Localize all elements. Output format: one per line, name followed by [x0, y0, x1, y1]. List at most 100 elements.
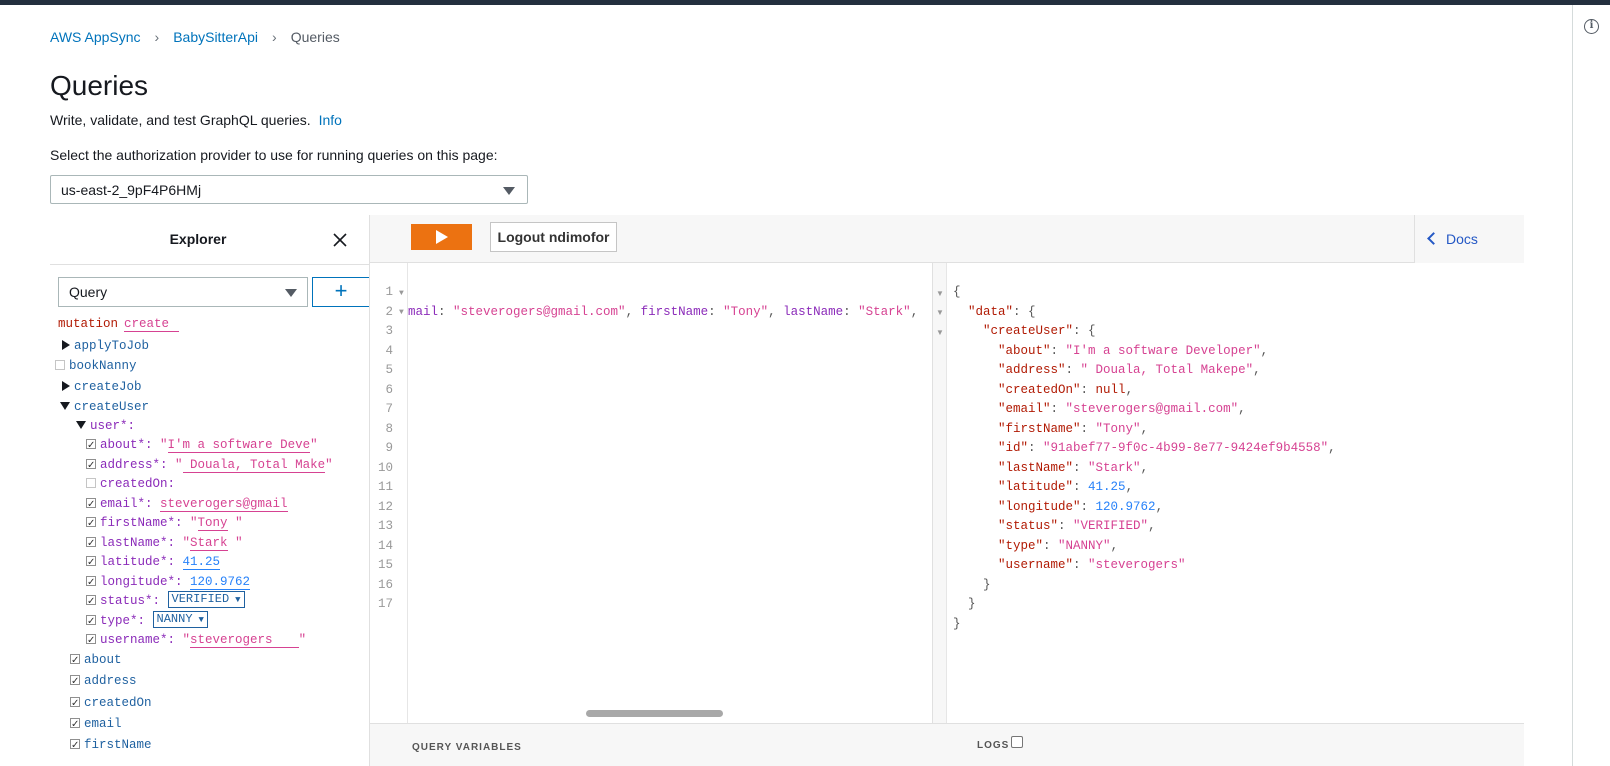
quote: " [227, 516, 243, 530]
fold-arrow-icon[interactable]: ▼ [936, 308, 944, 317]
json-value: "VERIFIED" [1073, 519, 1149, 533]
tree-item-createJob[interactable]: createJob [62, 378, 142, 397]
type-select[interactable]: NANNY ▼ [152, 611, 208, 629]
code-token: : [708, 305, 724, 319]
caret-down-icon [503, 187, 515, 195]
arg-createdOn[interactable]: createdOn: [86, 475, 175, 494]
status-select[interactable]: VERIFIED ▼ [167, 591, 245, 609]
arg-label: longitude*: [100, 575, 183, 589]
arg-username[interactable]: username*: "steverogers" [86, 631, 306, 650]
arg-firstName[interactable]: firstName*: "Tony " [86, 514, 243, 533]
email-input[interactable]: steverogers@gmail [160, 497, 288, 512]
code-token: "Stark" [858, 305, 911, 319]
latitude-input[interactable]: 41.25 [182, 555, 221, 570]
auth-provider-label: Select the authorization provider to use… [50, 147, 498, 163]
line-number: 14 [377, 538, 393, 553]
run-query-button[interactable] [411, 224, 472, 250]
info-icon[interactable]: i [1584, 19, 1599, 34]
query-editor[interactable]: ▼ ▼ 1 2 3 4 5 6 7 8 9 10 11 12 13 14 15 16 17 mail: "ste… [370, 263, 933, 723]
breadcrumb-appsync[interactable]: AWS AppSync [50, 29, 141, 45]
json-comma: , [1328, 441, 1336, 455]
arg-email[interactable]: email*: steverogers@gmail [86, 495, 288, 514]
tree-item-applyToJob[interactable]: applyToJob [62, 337, 149, 356]
arg-status[interactable]: status*: VERIFIED ▼ [86, 591, 245, 611]
json-comma: , [1148, 519, 1156, 533]
json-key: "createdOn" [998, 382, 1081, 397]
address-input[interactable]: Douala, Total Make [182, 458, 326, 473]
checkbox-icon[interactable] [86, 553, 96, 572]
horizontal-scrollbar[interactable] [586, 710, 723, 717]
editor-toolbar: Logout ndimofor Docs [370, 215, 1524, 263]
close-icon[interactable] [332, 232, 348, 248]
mutation-keyword: mutation [58, 317, 119, 331]
line-number: 11 [377, 480, 393, 494]
fold-arrow-icon[interactable]: ▼ [936, 289, 944, 298]
arg-label: email*: [100, 497, 153, 511]
arg-longitude[interactable]: longitude*: 120.9762 [86, 573, 251, 592]
json-sep: : [1073, 324, 1089, 338]
json-sep: : [1073, 480, 1089, 494]
checkbox-icon[interactable] [70, 694, 80, 713]
field-about[interactable]: about [70, 651, 122, 670]
auth-provider-select[interactable]: us-east-2_9pF4P6HMj [50, 175, 528, 204]
field-createdOn[interactable]: createdOn [70, 694, 152, 713]
code-token: lastName [783, 305, 844, 319]
chevron-right-icon: › [154, 29, 160, 45]
field-label: firstName [84, 738, 152, 752]
json-value: 41.25 [1088, 480, 1126, 494]
arg-latitude[interactable]: latitude*: 41.25 [86, 553, 221, 572]
json-comma: , [1155, 499, 1164, 514]
checkbox-icon[interactable] [86, 495, 96, 514]
checkbox-icon[interactable] [86, 436, 96, 455]
checkbox-icon[interactable] [86, 514, 96, 533]
line-number: 8 [385, 421, 393, 436]
code-token: , [910, 305, 919, 319]
arg-about[interactable]: about*: "I'm a software Deve" [86, 436, 318, 455]
fold-arrow-icon[interactable]: ▼ [936, 328, 944, 337]
firstName-input[interactable]: Tony [197, 516, 228, 531]
checkbox-icon[interactable] [86, 534, 96, 553]
chevron-left-icon [1427, 232, 1440, 245]
username-input[interactable]: steverogers [190, 633, 299, 648]
checkbox-icon[interactable] [86, 573, 96, 592]
explorer-header: Explorer [50, 215, 369, 265]
arg-type[interactable]: type*: NANNY ▼ [86, 611, 208, 631]
checkbox-icon[interactable] [70, 672, 80, 691]
arg-lastName[interactable]: lastName*: "Stark " [86, 534, 243, 553]
checkbox-icon[interactable] [86, 612, 96, 631]
fold-arrow-icon[interactable]: ▼ [399, 289, 404, 298]
logs-checkbox[interactable] [1011, 736, 1023, 748]
checkbox-icon[interactable] [86, 477, 96, 488]
checkbox-icon[interactable] [86, 456, 96, 475]
operation-type-select[interactable]: Query [58, 277, 308, 307]
about-input[interactable]: I'm a software Deve [167, 438, 311, 453]
add-operation-button[interactable]: + [312, 277, 369, 307]
field-label: address [84, 674, 137, 688]
field-firstName[interactable]: firstName [70, 736, 152, 755]
field-email[interactable]: email [70, 715, 122, 734]
field-address[interactable]: address [70, 672, 137, 691]
docs-button[interactable]: Docs [1414, 215, 1524, 263]
json-key: "id" [998, 441, 1029, 455]
checkbox-icon[interactable] [86, 631, 96, 650]
quote: " [190, 516, 198, 530]
breadcrumb-api[interactable]: BabySitterApi [173, 29, 258, 45]
lastName-input[interactable]: Stark [190, 536, 228, 551]
query-variables-bar[interactable]: QUERY VARIABLES [370, 723, 933, 766]
logout-button[interactable]: Logout ndimofor [490, 222, 617, 252]
longitude-input[interactable]: 120.9762 [190, 575, 251, 590]
tree-item-createUser[interactable]: createUser [60, 398, 149, 417]
info-link[interactable]: Info [319, 112, 342, 128]
line-number: 5 [385, 363, 393, 377]
checkbox-icon[interactable] [70, 736, 80, 755]
fold-arrow-icon[interactable]: ▼ [399, 308, 404, 317]
tree-item-bookNanny[interactable]: bookNanny [55, 357, 137, 376]
tree-arg-user[interactable]: user*: [76, 417, 135, 436]
code-line-2: mail: "steverogers@gmail.com", firstName… [408, 305, 918, 319]
operation-name-input[interactable]: create [124, 317, 180, 332]
checkbox-icon[interactable] [70, 715, 80, 734]
checkbox-icon[interactable] [86, 592, 96, 611]
checkbox-icon[interactable] [70, 651, 80, 670]
arg-address[interactable]: address*: " Douala, Total Make" [86, 456, 333, 475]
